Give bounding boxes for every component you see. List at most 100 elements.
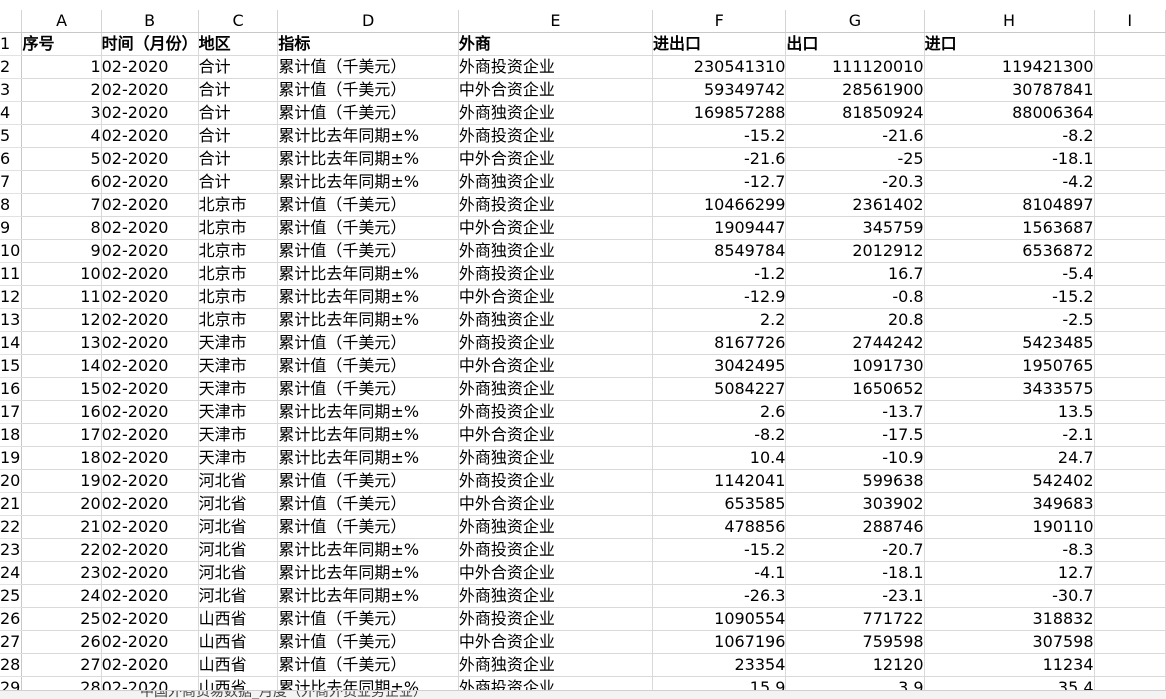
cell-indicator[interactable]: 累计值（千美元） [277, 653, 459, 677]
cell-seq[interactable]: 22 [21, 538, 102, 562]
cell-region[interactable]: 天津市 [198, 423, 279, 447]
cell-empty[interactable] [1094, 285, 1166, 309]
cell-time[interactable]: 02-2020 [101, 607, 199, 631]
row-number[interactable]: 17 [0, 400, 23, 424]
cell-time[interactable]: 02-2020 [101, 400, 199, 424]
cell-export[interactable]: 12120 [785, 653, 925, 677]
cell-header-total[interactable]: 进出口 [652, 32, 787, 56]
cell-seq[interactable]: 4 [21, 124, 102, 148]
column-header-i[interactable]: I [1094, 10, 1166, 33]
cell-total[interactable]: 5084227 [652, 377, 787, 401]
cell-import[interactable]: 13.5 [924, 400, 1095, 424]
cell-export[interactable]: 2361402 [785, 193, 925, 217]
row-number[interactable]: 2 [0, 55, 23, 79]
cell-time[interactable]: 02-2020 [101, 492, 199, 516]
cell-import[interactable]: -8.3 [924, 538, 1095, 562]
cell-region[interactable]: 河北省 [198, 538, 279, 562]
cell-foreign[interactable]: 外商投资企业 [458, 607, 654, 631]
cell-export[interactable]: 81850924 [785, 101, 925, 125]
cell-indicator[interactable]: 累计值（千美元） [277, 492, 459, 516]
row-number[interactable]: 8 [0, 193, 23, 217]
cell-time[interactable]: 02-2020 [101, 78, 199, 102]
cell-foreign[interactable]: 外商投资企业 [458, 331, 654, 355]
cell-seq[interactable]: 3 [21, 101, 102, 125]
cell-indicator[interactable]: 累计值（千美元） [277, 469, 459, 493]
cell-total[interactable]: 8549784 [652, 239, 787, 263]
cell-indicator[interactable]: 累计比去年同期±% [277, 561, 459, 585]
cell-import[interactable]: -5.4 [924, 262, 1095, 286]
cell-time[interactable]: 02-2020 [101, 285, 199, 309]
cell-total[interactable]: 2.6 [652, 400, 787, 424]
cell-region[interactable]: 天津市 [198, 446, 279, 470]
cell-export[interactable]: -20.3 [785, 170, 925, 194]
cell-foreign[interactable]: 外商投资企业 [458, 538, 654, 562]
cell-time[interactable]: 02-2020 [101, 469, 199, 493]
cell-total[interactable]: -21.6 [652, 147, 787, 171]
cell-indicator[interactable]: 累计值（千美元） [277, 607, 459, 631]
cell-indicator[interactable]: 累计比去年同期±% [277, 584, 459, 608]
cell-seq[interactable]: 27 [21, 653, 102, 677]
cell-header-region[interactable]: 地区 [198, 32, 279, 56]
cell-time[interactable]: 02-2020 [101, 239, 199, 263]
cell-import[interactable]: 6536872 [924, 239, 1095, 263]
cell-empty[interactable] [1094, 239, 1166, 263]
cell-import[interactable]: 5423485 [924, 331, 1095, 355]
cell-foreign[interactable]: 外商投资企业 [458, 469, 654, 493]
cell-region[interactable]: 北京市 [198, 239, 279, 263]
cell-total[interactable]: 1067196 [652, 630, 787, 654]
cell-empty[interactable] [1094, 78, 1166, 102]
column-header-g[interactable]: G [785, 10, 925, 33]
cell-foreign[interactable]: 中外合资企业 [458, 216, 654, 240]
row-number[interactable]: 5 [0, 124, 23, 148]
cell-export[interactable]: -20.7 [785, 538, 925, 562]
cell-foreign[interactable]: 外商投资企业 [458, 262, 654, 286]
cell-empty[interactable] [1094, 630, 1166, 654]
cell-time[interactable]: 02-2020 [101, 308, 199, 332]
cell-export[interactable]: -18.1 [785, 561, 925, 585]
cell-export[interactable]: 303902 [785, 492, 925, 516]
cell-export[interactable]: 16.7 [785, 262, 925, 286]
cell-seq[interactable]: 20 [21, 492, 102, 516]
cell-empty[interactable] [1094, 607, 1166, 631]
cell-indicator[interactable]: 累计值（千美元） [277, 216, 459, 240]
row-number[interactable]: 1 [0, 32, 23, 56]
row-number[interactable]: 26 [0, 607, 23, 631]
row-number[interactable]: 18 [0, 423, 23, 447]
cell-time[interactable]: 02-2020 [101, 331, 199, 355]
cell-indicator[interactable]: 累计比去年同期±% [277, 124, 459, 148]
cell-time[interactable]: 02-2020 [101, 446, 199, 470]
cell-foreign[interactable]: 中外合资企业 [458, 561, 654, 585]
cell-foreign[interactable]: 中外合资企业 [458, 354, 654, 378]
cell-header-export[interactable]: 出口 [785, 32, 925, 56]
cell-time[interactable]: 02-2020 [101, 630, 199, 654]
cell-export[interactable]: -23.1 [785, 584, 925, 608]
cell-indicator[interactable]: 累计比去年同期±% [277, 446, 459, 470]
cell-indicator[interactable]: 累计值（千美元） [277, 78, 459, 102]
cell-seq[interactable]: 16 [21, 400, 102, 424]
cell-foreign[interactable]: 外商独资企业 [458, 170, 654, 194]
row-number[interactable]: 24 [0, 561, 23, 585]
cell-time[interactable]: 02-2020 [101, 193, 199, 217]
cell-empty[interactable] [1094, 308, 1166, 332]
cell-empty[interactable] [1094, 400, 1166, 424]
cell-total[interactable]: 230541310 [652, 55, 787, 79]
cell-region[interactable]: 北京市 [198, 308, 279, 332]
cell-foreign[interactable]: 外商独资企业 [458, 446, 654, 470]
cell-empty[interactable] [1094, 653, 1166, 677]
cell-export[interactable]: 20.8 [785, 308, 925, 332]
cell-export[interactable]: 1650652 [785, 377, 925, 401]
row-number[interactable]: 6 [0, 147, 23, 171]
cell-foreign[interactable]: 外商独资企业 [458, 653, 654, 677]
cell-header-foreign[interactable]: 外商 [458, 32, 654, 56]
cell-seq[interactable]: 12 [21, 308, 102, 332]
cell-export[interactable]: 28561900 [785, 78, 925, 102]
cell-indicator[interactable]: 累计值（千美元） [277, 354, 459, 378]
cell-empty[interactable] [1094, 55, 1166, 79]
cell-empty[interactable] [1094, 492, 1166, 516]
cell-foreign[interactable]: 外商独资企业 [458, 308, 654, 332]
cell-time[interactable]: 02-2020 [101, 101, 199, 125]
cell-header-seq[interactable]: 序号 [21, 32, 102, 56]
cell-seq[interactable]: 6 [21, 170, 102, 194]
cell-time[interactable]: 02-2020 [101, 354, 199, 378]
cell-import[interactable]: -30.7 [924, 584, 1095, 608]
